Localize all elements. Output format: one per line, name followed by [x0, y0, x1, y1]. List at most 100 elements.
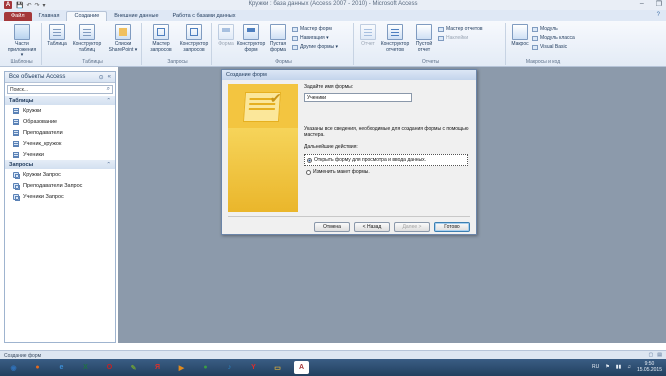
view-switch-icon[interactable]: ▤	[657, 352, 662, 358]
nav-menu-chevron-icon[interactable]: ⊙	[99, 74, 104, 81]
nav-query-item[interactable]: Преподаватели Запрос	[5, 180, 115, 191]
tray-network-icon[interactable]: ▮▮	[616, 364, 622, 370]
radio-open-form[interactable]	[307, 157, 312, 163]
minimize-button[interactable]: –	[640, 0, 644, 8]
nav-table-item[interactable]: Преподаватели	[5, 127, 115, 138]
nav-table-item[interactable]: Образование	[5, 116, 115, 127]
other-forms-button[interactable]: Другие формы ▾	[292, 44, 338, 50]
nav-group-title: Запросы	[9, 161, 34, 168]
navigation-button[interactable]: Навигация ▾	[292, 35, 329, 41]
group-label: Запросы	[167, 59, 188, 65]
customize-toolbar-icon[interactable]: ▾	[43, 2, 46, 9]
app-parts-button[interactable]: Части приложения ▾	[6, 24, 38, 59]
radio-modify-layout[interactable]	[306, 169, 311, 175]
opera-icon[interactable]: O	[102, 361, 117, 374]
group-reports: Отчет Конструктор отчетов Пустой отчет М…	[356, 23, 506, 65]
open-form-option[interactable]: Открыть форму для просмотра и ввода данн…	[304, 154, 468, 166]
report-wizard-icon	[438, 26, 444, 32]
report-button[interactable]: Отчет	[358, 24, 378, 48]
audio-player-icon[interactable]: ♪	[222, 361, 237, 374]
window-title: Кружки : база данных (Access 2007 - 2010…	[248, 1, 418, 7]
redo-icon[interactable]: ↷	[35, 2, 40, 9]
visual-basic-button[interactable]: Visual Basic	[532, 44, 567, 50]
nav-item-label: Кружки Запрос	[23, 171, 61, 178]
form-name-input[interactable]: Ученики	[304, 93, 412, 102]
access-icon[interactable]: A	[294, 361, 309, 374]
finish-button[interactable]: Готово	[434, 222, 470, 232]
cancel-button[interactable]: Отмена	[314, 222, 350, 232]
nav-query-item[interactable]: Ученики Запрос	[5, 191, 115, 202]
next-button[interactable]: Далее >	[394, 222, 430, 232]
chrome-icon[interactable]: ●	[198, 361, 213, 374]
nav-header-label: Все объекты Access	[9, 74, 66, 80]
table-button[interactable]: Таблица	[46, 24, 68, 48]
form-wizard-icon	[292, 26, 298, 32]
taskbar: ◉ ● e X O ✎ Я ▶ ● ♪ Y ▭ A RU ⚑ ▮▮ ♫ 9:50 15.05.2015	[0, 359, 666, 376]
table-icon	[13, 118, 19, 125]
nav-group-header[interactable]: Запросы ⌃	[5, 160, 115, 169]
nav-collapse-icon[interactable]: «	[108, 74, 111, 81]
modify-layout-option[interactable]: Изменить макет формы.	[304, 166, 472, 178]
nav-group-header[interactable]: Таблицы ⌃	[5, 96, 115, 105]
query-wizard-button[interactable]: Мастер запросов	[146, 24, 176, 53]
clock[interactable]: 9:50 15.05.2015	[637, 361, 662, 373]
nav-search-input[interactable]: Поиск... ⌕	[7, 85, 113, 94]
windows-start-icon[interactable]: ◉	[6, 361, 21, 374]
query-designer-button[interactable]: Конструктор запросов	[178, 24, 210, 53]
form-designer-button[interactable]: Конструктор форм	[236, 24, 266, 53]
table-designer-button[interactable]: Конструктор таблиц	[70, 24, 104, 53]
yandex-browser-icon[interactable]: Я	[150, 361, 165, 374]
nav-group-title: Таблицы	[9, 97, 34, 104]
excel-icon[interactable]: X	[78, 361, 93, 374]
navigation-icon	[292, 35, 298, 41]
tab-database-tools[interactable]: Работа с базами данных	[166, 12, 243, 21]
media-player-icon[interactable]: ▶	[174, 361, 189, 374]
next-actions-label: Дальнейшие действия:	[304, 144, 358, 150]
report-designer-button[interactable]: Конструктор отчетов	[378, 24, 412, 53]
nav-query-item[interactable]: Кружки Запрос	[5, 169, 115, 180]
drawing-icon[interactable]: ✎	[126, 361, 141, 374]
tray-language-icon[interactable]: RU	[592, 364, 599, 370]
blank-form-button[interactable]: Пустая форма	[266, 24, 290, 53]
report-wizard-button[interactable]: Мастер отчетов	[438, 26, 483, 32]
sharepoint-lists-button[interactable]: Списки SharePoint ▾	[106, 24, 140, 53]
macro-button[interactable]: Макрос	[510, 24, 530, 48]
tray-flag-icon[interactable]: ⚑	[605, 364, 609, 370]
form-button[interactable]: Форма	[216, 24, 236, 48]
group-tables: Таблица Конструктор таблиц Списки ShareP…	[44, 23, 142, 65]
restore-button[interactable]: ❐	[656, 0, 662, 8]
nav-header[interactable]: Все объекты Access ⊙ «	[5, 72, 115, 83]
collapse-chevron-icon[interactable]: ⌃	[106, 98, 111, 104]
labels-icon	[438, 35, 444, 41]
class-module-button[interactable]: Модуль класса	[532, 35, 575, 41]
clock-date: 15.05.2015	[636, 367, 662, 373]
firefox-icon[interactable]: ●	[30, 361, 45, 374]
help-icon[interactable]: ?	[657, 12, 660, 18]
collapse-chevron-icon[interactable]: ⌃	[106, 162, 111, 168]
tray-volume-icon[interactable]: ♫	[627, 364, 631, 370]
save-icon[interactable]: 💾	[16, 2, 23, 9]
nav-table-item[interactable]: Кружки	[5, 105, 115, 116]
form-wizard-button[interactable]: Мастер форм	[292, 26, 332, 32]
form-wizard-dialog: Создание форм Задайте имя формы: Ученики…	[221, 69, 477, 235]
tab-file[interactable]: Файл	[4, 12, 32, 21]
module-button[interactable]: Модуль	[532, 26, 558, 32]
undo-icon[interactable]: ↶	[26, 2, 31, 9]
yandex-icon[interactable]: Y	[246, 361, 261, 374]
folder-icon[interactable]: ▭	[270, 361, 285, 374]
actions-radio-group: Открыть форму для просмотра и ввода данн…	[304, 154, 472, 178]
blank-report-button[interactable]: Пустой отчет	[412, 24, 436, 53]
tab-external-data[interactable]: Внешние данные	[107, 12, 165, 21]
group-templates: Части приложения ▾ Шаблоны	[2, 23, 42, 65]
back-button[interactable]: < Назад	[354, 222, 390, 232]
labels-button[interactable]: Наклейки	[438, 35, 468, 41]
internet-explorer-icon[interactable]: e	[54, 361, 69, 374]
nav-table-item[interactable]: Ученики	[5, 149, 115, 160]
tab-create[interactable]: Создание	[66, 11, 108, 21]
search-icon[interactable]: ⌕	[107, 86, 110, 93]
nav-table-item[interactable]: Ученик_кружок	[5, 138, 115, 149]
tab-home[interactable]: Главная	[32, 12, 67, 21]
group-queries: Мастер запросов Конструктор запросов Зап…	[144, 23, 212, 65]
macro-icon	[512, 24, 528, 40]
access-app-icon[interactable]: A	[4, 1, 12, 9]
